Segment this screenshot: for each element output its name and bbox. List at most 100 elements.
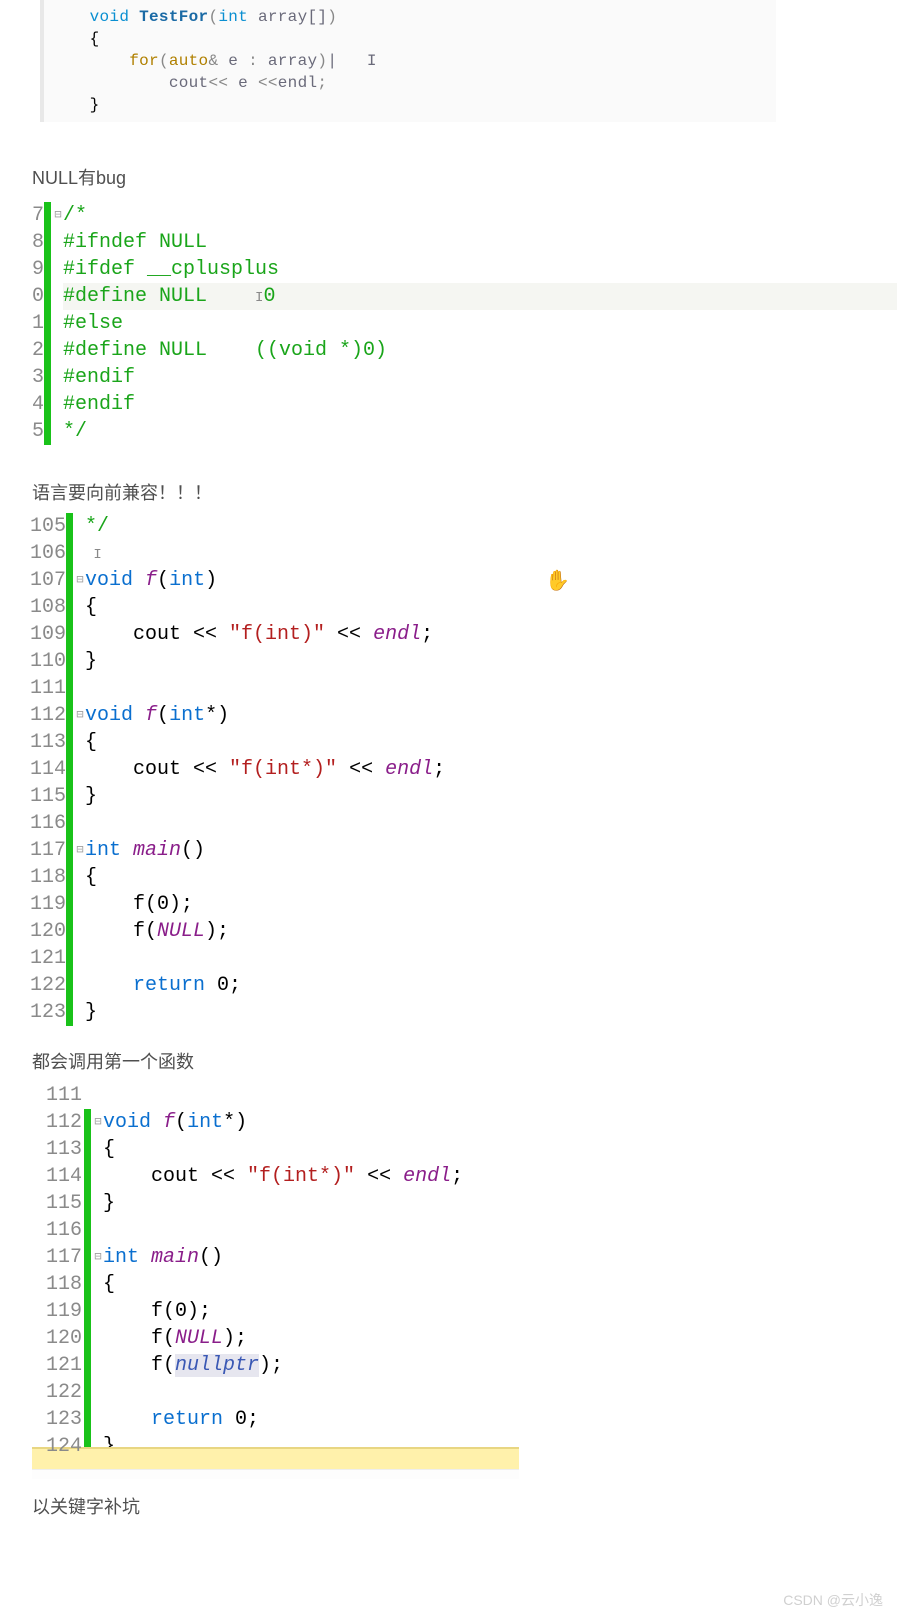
- code-line: f(NULL);: [103, 1325, 897, 1352]
- gutter-marker: [66, 810, 73, 837]
- fold-icon: [93, 1379, 103, 1406]
- fold-icon: [53, 283, 63, 310]
- fold-icon: [53, 310, 63, 337]
- gutter-marker: [66, 837, 73, 864]
- code-line: return 0;: [85, 972, 897, 999]
- fold-icon[interactable]: ⊟: [75, 702, 85, 729]
- fold-icon: [75, 729, 85, 756]
- fold-icon: [93, 1190, 103, 1217]
- code-line: {: [85, 864, 897, 891]
- fold-icon[interactable]: ⊟: [93, 1109, 103, 1136]
- gutter-marker: [84, 1190, 91, 1217]
- line-number: 111: [30, 675, 64, 702]
- fold-icon: [53, 418, 63, 445]
- code-block-overload-2: 111112⊟void f(int*)113{114 cout << "f(in…: [0, 1078, 897, 1447]
- gutter-marker: [84, 1082, 91, 1109]
- fold-icon: [75, 891, 85, 918]
- fold-icon: [93, 1217, 103, 1244]
- line-number: 107: [30, 567, 64, 594]
- line-number: 111: [30, 1082, 82, 1109]
- fold-icon: [75, 594, 85, 621]
- gutter-marker: [44, 283, 51, 310]
- gutter-marker: [66, 783, 73, 810]
- line-number: 5: [32, 418, 42, 445]
- line-number: 2: [32, 337, 42, 364]
- fold-icon[interactable]: ⊟: [93, 1244, 103, 1271]
- gutter-marker: [66, 621, 73, 648]
- code-line: void f(int)✋: [85, 567, 897, 594]
- line-number: 105: [30, 513, 64, 540]
- code-line: void f(int*): [103, 1109, 897, 1136]
- line-number: 8: [32, 229, 42, 256]
- gutter-marker: [66, 918, 73, 945]
- gutter-marker: [44, 229, 51, 256]
- line-number: 118: [30, 1271, 82, 1298]
- fold-icon: [93, 1433, 103, 1447]
- gutter-marker: [84, 1379, 91, 1406]
- gutter-marker: [66, 702, 73, 729]
- code-line: }: [85, 648, 897, 675]
- code-line: }: [103, 1190, 897, 1217]
- line-number: 123: [30, 1406, 82, 1433]
- line-number: 119: [30, 891, 64, 918]
- fold-icon: [93, 1325, 103, 1352]
- code-line: [103, 1082, 897, 1109]
- line-number: 108: [30, 594, 64, 621]
- fn-name: TestFor: [139, 8, 208, 26]
- gutter-marker: [66, 999, 73, 1026]
- gutter-marker: [44, 256, 51, 283]
- line-number: 1: [32, 310, 42, 337]
- code-line: I: [85, 540, 897, 567]
- fold-icon[interactable]: ⊟: [53, 202, 63, 229]
- line-number: 4: [32, 391, 42, 418]
- code-line: #ifdef __cplusplus: [63, 256, 897, 283]
- code-line: [103, 1217, 897, 1244]
- code-line: {: [85, 594, 897, 621]
- code-block-overload-1: 105*/106 I107⊟void f(int)✋108{109 cout <…: [0, 509, 897, 1034]
- line-number: 116: [30, 1217, 82, 1244]
- gutter-marker: [44, 364, 51, 391]
- code-line: cout << "f(int*)" << endl;: [103, 1163, 897, 1190]
- line-number: 113: [30, 729, 64, 756]
- gutter-marker: [66, 567, 73, 594]
- code-line: int main(): [103, 1244, 897, 1271]
- code-line: #define NULL ((void *)0): [63, 337, 897, 364]
- code-line: {: [85, 729, 897, 756]
- line-number: 123: [30, 999, 64, 1026]
- code-line: [85, 810, 897, 837]
- fold-icon: [93, 1082, 103, 1109]
- line-number: 120: [30, 1325, 82, 1352]
- code-line: f(0);: [85, 891, 897, 918]
- code-line: [103, 1379, 897, 1406]
- fold-icon: [93, 1406, 103, 1433]
- fold-icon[interactable]: ⊟: [75, 837, 85, 864]
- gutter-marker: [44, 310, 51, 337]
- gutter-marker: [44, 337, 51, 364]
- text-cursor: | I: [327, 52, 377, 70]
- code-line: {: [103, 1271, 897, 1298]
- hand-icon: ✋: [545, 569, 570, 596]
- fold-icon: [53, 256, 63, 283]
- code-line: */: [63, 418, 897, 445]
- gutter-marker: [84, 1136, 91, 1163]
- code-line: cout << "f(int)" << endl;: [85, 621, 897, 648]
- code-line: }: [85, 783, 897, 810]
- toolbar-strip: [32, 1469, 519, 1479]
- paragraph-backward-compat: 语言要向前兼容！！！: [0, 477, 897, 509]
- code-line: [85, 945, 897, 972]
- code-line: return 0;: [103, 1406, 897, 1433]
- fold-icon: [93, 1298, 103, 1325]
- gutter-marker: [84, 1217, 91, 1244]
- line-number: 0: [32, 283, 42, 310]
- gutter-marker: [66, 648, 73, 675]
- code-block-testfor: void TestFor(int array[]) { for(auto& e …: [40, 0, 776, 122]
- code-line: #define NULL I0: [63, 283, 897, 310]
- gutter-marker: [66, 540, 73, 567]
- fold-icon: [75, 810, 85, 837]
- fold-icon[interactable]: ⊟: [75, 567, 85, 594]
- line-number: 119: [30, 1298, 82, 1325]
- fold-icon: [75, 540, 85, 567]
- line-number: 114: [30, 1163, 82, 1190]
- line-number: 122: [30, 1379, 82, 1406]
- code-block-null-macro: 7⊟/*8#ifndef NULL9#ifdef __cplusplus0#de…: [0, 194, 897, 457]
